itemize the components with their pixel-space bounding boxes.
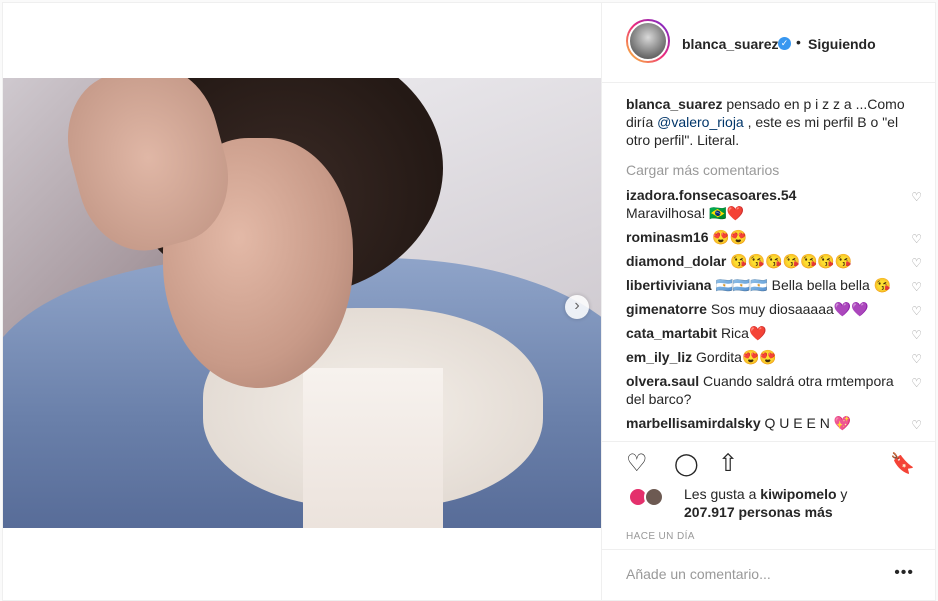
add-comment-bar: ••• — [602, 549, 936, 600]
comment-username[interactable]: libertiviviana — [626, 277, 712, 293]
comment-text: 😘😘😘😘😘😘😘 — [730, 253, 853, 269]
avatar[interactable] — [626, 19, 670, 63]
next-photo-button[interactable]: › — [565, 295, 589, 319]
post-timestamp[interactable]: HACE UN DÍA — [626, 531, 695, 542]
likes-middle: y — [836, 486, 848, 502]
comment: izadora.fonsecasoares.54 Maravilhosa! 🇧🇷… — [626, 186, 922, 222]
comment-text: Sos muy diosaaaaa💜💜 — [710, 301, 869, 317]
verified-badge-icon: ✓ — [778, 37, 791, 50]
comment: gimenatorre Sos muy diosaaaaa💜💜 ♡ — [626, 300, 922, 318]
like-comment-heart-icon[interactable]: ♡ — [911, 254, 922, 272]
like-comment-heart-icon[interactable]: ♡ — [911, 374, 922, 392]
comment: libertiviviana 🇦🇷🇦🇷🇦🇷 Bella bella bella … — [626, 276, 922, 294]
like-comment-heart-icon[interactable]: ♡ — [911, 416, 922, 434]
comment-text: Q U E E N 💖 — [764, 415, 852, 431]
comment: cata_martabit Rica❤️ ♡ — [626, 324, 922, 342]
header-username[interactable]: blanca_suarez — [682, 36, 779, 52]
comment-text: Rica❤️ — [720, 325, 767, 341]
like-heart-icon[interactable]: ♡ — [626, 452, 648, 476]
liker-avatar[interactable] — [644, 487, 664, 507]
comment: em_ily_liz Gordita😍😍 ♡ — [626, 348, 922, 366]
add-comment-input[interactable] — [626, 566, 886, 582]
post-header: blanca_suarez ✓ • Siguiendo — [602, 3, 936, 83]
comment-text: Gordita😍😍 — [696, 349, 777, 365]
following-button[interactable]: Siguiendo — [808, 36, 876, 52]
comment-text: Maravilhosa! 🇧🇷❤️ — [626, 205, 745, 221]
likes-text: Les gusta a kiwipomelo y 207.917 persona… — [684, 485, 924, 521]
comment-text: 😍😍 — [712, 229, 748, 245]
liker-username[interactable]: kiwipomelo — [760, 486, 836, 502]
like-comment-heart-icon[interactable]: ♡ — [911, 350, 922, 368]
comment-text: 🇦🇷🇦🇷🇦🇷 Bella bella bella 😘 — [715, 277, 892, 293]
load-more-comments-button[interactable]: Cargar más comentarios — [626, 162, 922, 180]
likes-prefix: Les gusta a — [684, 486, 761, 502]
share-icon[interactable]: ⇧ — [718, 452, 738, 476]
caption: blanca_suarez pensado en p i z z a ...Co… — [626, 95, 922, 149]
like-comment-heart-icon[interactable]: ♡ — [911, 326, 922, 344]
liker-avatars — [628, 487, 668, 507]
shirt — [303, 368, 443, 528]
separator-dot: • — [796, 34, 801, 50]
more-options-icon[interactable]: ••• — [894, 564, 914, 582]
post-sidebar: blanca_suarez ✓ • Siguiendo blanca_suare… — [601, 3, 936, 600]
comment-username[interactable]: em_ily_liz — [626, 349, 692, 365]
avatar-image — [628, 21, 668, 61]
caption-username[interactable]: blanca_suarez — [626, 96, 723, 112]
likes-count[interactable]: 207.917 personas más — [684, 504, 833, 520]
caption-mention[interactable]: @valero_rioja — [657, 114, 744, 130]
comment-username[interactable]: marbellisamirdalsky — [626, 415, 761, 431]
comment: marbellisamirdalsky Q U E E N 💖 ♡ — [626, 414, 922, 432]
save-bookmark-icon[interactable]: 🔖 — [890, 452, 915, 476]
comment-username[interactable]: diamond_dolar — [626, 253, 726, 269]
post-media: › — [3, 3, 601, 600]
comment: rominasm16 😍😍 ♡ — [626, 228, 922, 246]
like-comment-heart-icon[interactable]: ♡ — [911, 230, 922, 248]
comment-bubble-icon[interactable]: ◯ — [674, 452, 699, 476]
comment: diamond_dolar 😘😘😘😘😘😘😘 ♡ — [626, 252, 922, 270]
comments-list[interactable]: blanca_suarez pensado en p i z z a ...Co… — [626, 95, 922, 438]
instagram-post: › blanca_suarez ✓ • Siguiendo blanca_sua… — [2, 2, 936, 601]
action-bar: ♡ ◯ ⇧ 🔖 — [602, 441, 936, 483]
post-photo[interactable] — [3, 78, 601, 528]
like-comment-heart-icon[interactable]: ♡ — [911, 302, 922, 320]
comment-username[interactable]: rominasm16 — [626, 229, 708, 245]
like-comment-heart-icon[interactable]: ♡ — [911, 188, 922, 206]
comment-username[interactable]: izadora.fonsecasoares.54 — [626, 187, 796, 203]
comment-username[interactable]: olvera.saul — [626, 373, 699, 389]
comment: olvera.saul Cuando saldrá otra rmtempora… — [626, 372, 922, 408]
like-comment-heart-icon[interactable]: ♡ — [911, 278, 922, 296]
comment-username[interactable]: cata_martabit — [626, 325, 717, 341]
comment-username[interactable]: gimenatorre — [626, 301, 707, 317]
